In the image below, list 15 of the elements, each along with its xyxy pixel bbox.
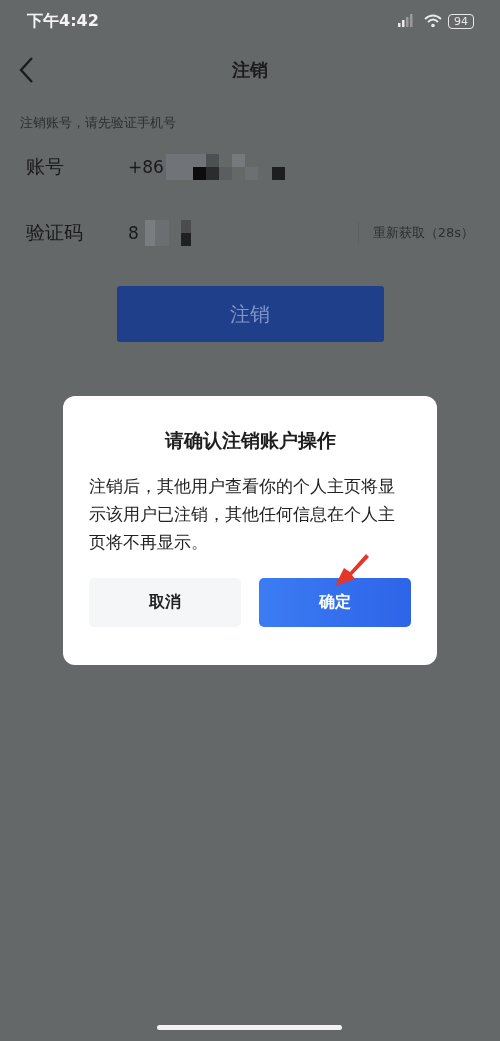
field-value[interactable]: 8 xyxy=(128,223,139,243)
cancel-button[interactable]: 取消 xyxy=(89,578,241,627)
dialog-title: 请确认注销账户操作 xyxy=(163,428,337,453)
battery-level: 94 xyxy=(448,13,474,29)
field-label: 账号 xyxy=(26,154,65,179)
wifi-icon xyxy=(424,14,442,28)
status-time: 下午4:42 xyxy=(27,10,99,32)
field-label: 验证码 xyxy=(26,220,84,245)
page-title: 注销 xyxy=(232,58,268,82)
arrow-annotation xyxy=(333,554,369,586)
confirm-button[interactable]: 确定 xyxy=(259,578,411,627)
field-value[interactable]: +86 xyxy=(128,157,164,177)
dialog-message: 注销后，其他用户查看你的个人主页将显示该用户已注销，其他任何信息在个人主页将不再显示。 xyxy=(89,475,396,554)
deregister-button[interactable]: 注销 xyxy=(116,286,384,342)
back-icon[interactable] xyxy=(18,56,34,84)
